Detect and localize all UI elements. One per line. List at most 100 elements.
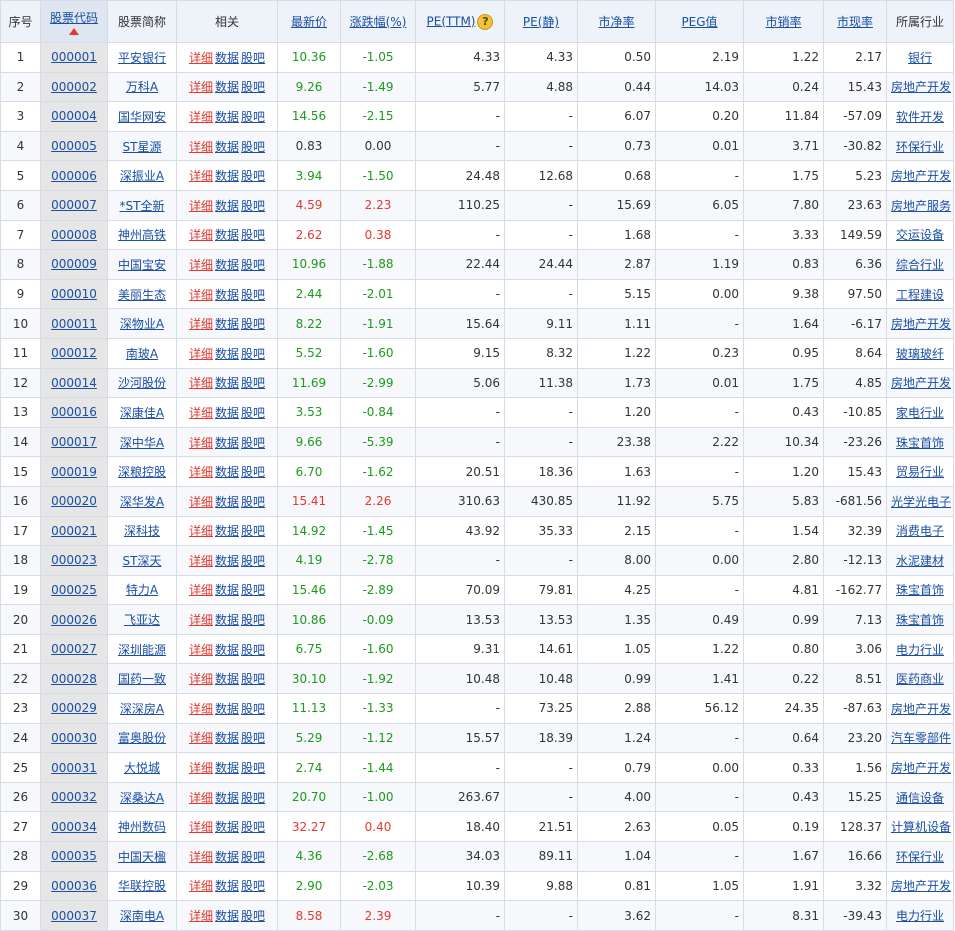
stock-code-link[interactable]: 000011 [51, 317, 97, 331]
detail-link[interactable]: 详细 [189, 820, 213, 834]
stock-code-link[interactable]: 000036 [51, 879, 97, 893]
stock-name-link[interactable]: 国药一致 [118, 672, 166, 686]
sort-ascending-icon[interactable] [69, 27, 79, 35]
stock-name-link[interactable]: 华联控股 [118, 879, 166, 893]
stock-name-link[interactable]: *ST全新 [120, 199, 165, 213]
stock-name-link[interactable]: 富奥股份 [118, 731, 166, 745]
industry-link[interactable]: 电力行业 [896, 909, 944, 923]
forum-link[interactable]: 股吧 [241, 702, 265, 716]
stock-code-link[interactable]: 000019 [51, 465, 97, 479]
detail-link[interactable]: 详细 [189, 228, 213, 242]
detail-link[interactable]: 详细 [189, 169, 213, 183]
header-pb[interactable]: 市净率 [577, 0, 656, 43]
data-link[interactable]: 数据 [215, 583, 239, 597]
forum-link[interactable]: 股吧 [241, 80, 265, 94]
stock-code-link[interactable]: 000035 [51, 849, 97, 863]
industry-link[interactable]: 珠宝首饰 [896, 436, 944, 450]
stock-code-link[interactable]: 000021 [51, 524, 97, 538]
industry-link[interactable]: 综合行业 [896, 258, 944, 272]
data-link[interactable]: 数据 [215, 258, 239, 272]
industry-link[interactable]: 医药商业 [896, 672, 944, 686]
data-link[interactable]: 数据 [215, 347, 239, 361]
data-link[interactable]: 数据 [215, 317, 239, 331]
forum-link[interactable]: 股吧 [241, 140, 265, 154]
data-link[interactable]: 数据 [215, 850, 239, 864]
stock-code-link[interactable]: 000014 [51, 376, 97, 390]
stock-code-link[interactable]: 000016 [51, 405, 97, 419]
industry-link[interactable]: 玻璃玻纤 [896, 347, 944, 361]
stock-code-link[interactable]: 000030 [51, 731, 97, 745]
data-link[interactable]: 数据 [215, 820, 239, 834]
forum-link[interactable]: 股吧 [241, 583, 265, 597]
header-latest-price-label[interactable]: 最新价 [291, 15, 327, 29]
data-link[interactable]: 数据 [215, 524, 239, 538]
detail-link[interactable]: 详细 [189, 51, 213, 65]
stock-name-link[interactable]: 中国宝安 [118, 258, 166, 272]
forum-link[interactable]: 股吧 [241, 376, 265, 390]
detail-link[interactable]: 详细 [189, 495, 213, 509]
detail-link[interactable]: 详细 [189, 406, 213, 420]
forum-link[interactable]: 股吧 [241, 228, 265, 242]
forum-link[interactable]: 股吧 [241, 288, 265, 302]
data-link[interactable]: 数据 [215, 495, 239, 509]
stock-name-link[interactable]: 万科A [126, 80, 158, 94]
industry-link[interactable]: 房地产开发 [891, 317, 951, 331]
stock-code-link[interactable]: 000037 [51, 909, 97, 923]
industry-link[interactable]: 汽车零部件 [891, 731, 951, 745]
detail-link[interactable]: 详细 [189, 80, 213, 94]
stock-name-link[interactable]: 深南电A [120, 909, 164, 923]
stock-code-link[interactable]: 000007 [51, 198, 97, 212]
data-link[interactable]: 数据 [215, 879, 239, 893]
detail-link[interactable]: 详细 [189, 110, 213, 124]
detail-link[interactable]: 详细 [189, 879, 213, 893]
industry-link[interactable]: 工程建设 [896, 288, 944, 302]
industry-link[interactable]: 环保行业 [896, 140, 944, 154]
forum-link[interactable]: 股吧 [241, 51, 265, 65]
forum-link[interactable]: 股吧 [241, 465, 265, 479]
forum-link[interactable]: 股吧 [241, 879, 265, 893]
stock-code-link[interactable]: 000034 [51, 820, 97, 834]
header-pe-static[interactable]: PE(静) [504, 0, 578, 43]
data-link[interactable]: 数据 [215, 51, 239, 65]
stock-code-link[interactable]: 000005 [51, 139, 97, 153]
data-link[interactable]: 数据 [215, 288, 239, 302]
header-stock-code-label[interactable]: 股票代码 [50, 11, 98, 25]
forum-link[interactable]: 股吧 [241, 524, 265, 538]
forum-link[interactable]: 股吧 [241, 820, 265, 834]
detail-link[interactable]: 详细 [189, 199, 213, 213]
stock-name-link[interactable]: ST深天 [123, 554, 162, 568]
header-change-pct-label[interactable]: 涨跌幅(%) [350, 15, 407, 29]
stock-code-link[interactable]: 000009 [51, 257, 97, 271]
forum-link[interactable]: 股吧 [241, 761, 265, 775]
stock-name-link[interactable]: 神州高铁 [118, 228, 166, 242]
stock-name-link[interactable]: 神州数码 [118, 820, 166, 834]
stock-name-link[interactable]: 深粮控股 [118, 465, 166, 479]
data-link[interactable]: 数据 [215, 613, 239, 627]
industry-link[interactable]: 房地产开发 [891, 169, 951, 183]
data-link[interactable]: 数据 [215, 465, 239, 479]
industry-link[interactable]: 房地产服务 [891, 199, 951, 213]
detail-link[interactable]: 详细 [189, 702, 213, 716]
forum-link[interactable]: 股吧 [241, 554, 265, 568]
data-link[interactable]: 数据 [215, 672, 239, 686]
industry-link[interactable]: 房地产开发 [891, 702, 951, 716]
forum-link[interactable]: 股吧 [241, 495, 265, 509]
stock-name-link[interactable]: 深康佳A [120, 406, 164, 420]
detail-link[interactable]: 详细 [189, 672, 213, 686]
stock-name-link[interactable]: 美丽生态 [118, 288, 166, 302]
header-pcf-label[interactable]: 市现率 [837, 15, 873, 29]
stock-code-link[interactable]: 000004 [51, 109, 97, 123]
forum-link[interactable]: 股吧 [241, 110, 265, 124]
stock-code-link[interactable]: 000032 [51, 790, 97, 804]
industry-link[interactable]: 软件开发 [896, 110, 944, 124]
forum-link[interactable]: 股吧 [241, 909, 265, 923]
header-pb-label[interactable]: 市净率 [598, 15, 634, 29]
stock-code-link[interactable]: 000025 [51, 583, 97, 597]
stock-name-link[interactable]: 深科技 [124, 524, 160, 538]
data-link[interactable]: 数据 [215, 110, 239, 124]
forum-link[interactable]: 股吧 [241, 672, 265, 686]
forum-link[interactable]: 股吧 [241, 169, 265, 183]
stock-name-link[interactable]: 深华发A [120, 495, 164, 509]
stock-name-link[interactable]: 大悦城 [124, 761, 160, 775]
data-link[interactable]: 数据 [215, 436, 239, 450]
